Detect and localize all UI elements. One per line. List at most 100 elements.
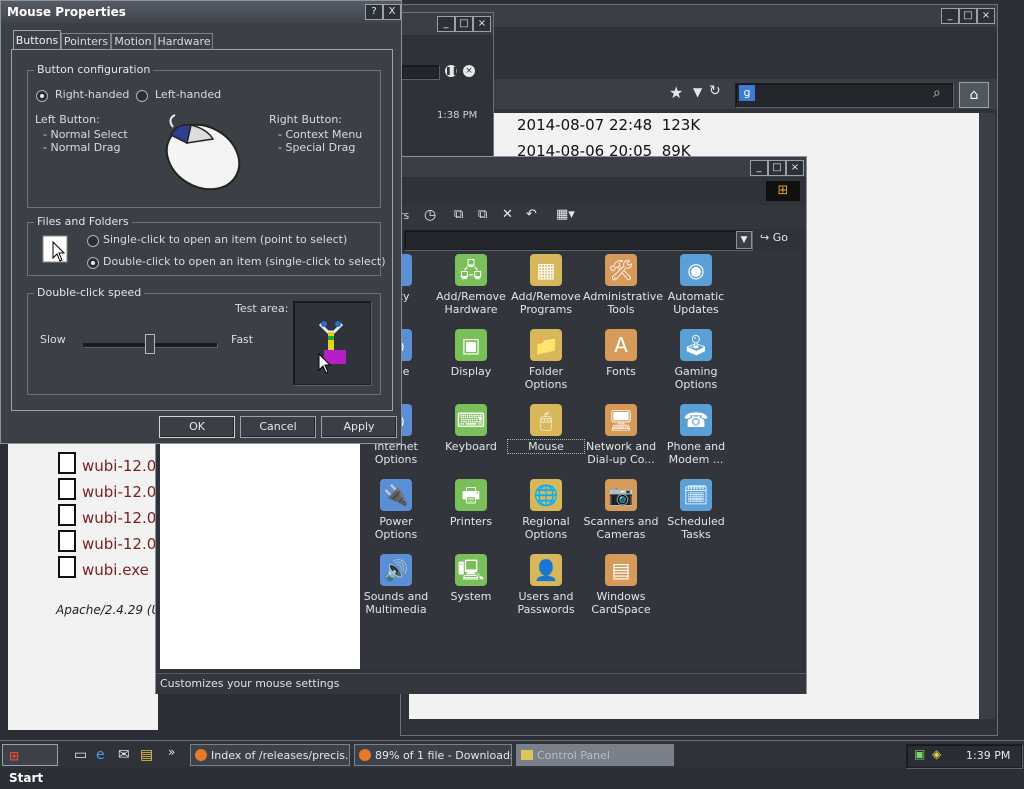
cp-item-label: System — [450, 590, 492, 603]
undo-icon[interactable]: ↶ — [526, 207, 537, 222]
browser-scrollbar[interactable] — [979, 113, 995, 719]
show-desktop-icon[interactable]: ▭ — [74, 747, 87, 763]
single-click-label[interactable]: Single-click to open an item (point to s… — [103, 233, 347, 246]
click-folder-icon — [42, 235, 68, 263]
outlook-icon[interactable]: ✉ — [118, 747, 130, 763]
browser-minimize-button[interactable]: _ — [941, 8, 959, 24]
cp-item-network[interactable]: 🖥 Network and Dial-up Co... — [583, 404, 659, 466]
help-button[interactable]: ? — [365, 4, 383, 20]
cp-item-label: Users and Passwords — [517, 590, 575, 616]
downloads-maximize-button[interactable]: □ — [455, 16, 473, 32]
double-click-speed-label: Double-click speed — [34, 286, 145, 299]
cp-item-computer[interactable]: 🖳 System — [433, 554, 509, 603]
double-click-label[interactable]: Double-click to open an item (single-cli… — [103, 255, 385, 268]
tab-pointers[interactable]: Pointers — [61, 33, 111, 50]
cp-item-cardspace[interactable]: ▤ Windows CardSpace — [583, 554, 659, 616]
left-handed-radio[interactable] — [136, 90, 148, 102]
task-browser[interactable]: Index of /releases/precis... — [190, 744, 350, 766]
downloads-close-button[interactable]: × — [473, 16, 491, 32]
cp-item-label: Printers — [449, 515, 493, 528]
cp-close-button[interactable]: × — [786, 160, 804, 176]
folder-options-icon: 📁 — [530, 329, 562, 361]
go-button[interactable]: ↪ Go — [760, 231, 788, 244]
cp-item-scanner[interactable]: 📷 Scanners and Cameras — [583, 479, 659, 541]
copy-to-icon[interactable]: ⧉ — [478, 207, 487, 222]
cp-item-label: Network and Dial-up Co... — [585, 440, 657, 466]
tab-motion[interactable]: Motion — [111, 33, 155, 50]
file-icon — [58, 478, 76, 500]
browser-close-button[interactable]: × — [977, 8, 995, 24]
network-icon: 🖥 — [605, 404, 637, 436]
address-dropdown-icon[interactable]: ▼ — [736, 231, 752, 249]
file-link[interactable]: wubi-12.04 — [58, 504, 166, 527]
dropdown-arrow-icon[interactable]: ▼ — [693, 85, 702, 99]
delete-icon[interactable]: ✕ — [502, 207, 513, 222]
cancel-download-icon[interactable]: × — [463, 65, 475, 77]
search-box[interactable] — [735, 83, 953, 107]
bookmark-star-icon[interactable]: ★ — [669, 83, 683, 102]
tab-hardware[interactable]: Hardware — [155, 33, 213, 50]
cp-item-joystick[interactable]: 🕹 Gaming Options — [658, 329, 734, 391]
downloads-minimize-button[interactable]: _ — [437, 16, 455, 32]
close-button[interactable]: X — [383, 4, 401, 20]
home-button[interactable]: ⌂ — [959, 82, 989, 108]
file-link[interactable]: wubi-12.04 — [58, 530, 166, 553]
pause-icon[interactable]: ❚❚ — [445, 65, 458, 77]
right-handed-radio[interactable] — [36, 90, 48, 102]
start-button[interactable]: ⊞ Start — [2, 744, 58, 785]
views-icon[interactable]: ▦▾ — [556, 207, 575, 222]
test-area[interactable] — [293, 301, 371, 385]
cancel-button[interactable]: Cancel — [240, 416, 316, 438]
left-handed-label[interactable]: Left-handed — [155, 88, 221, 101]
cp-item-regional-globe[interactable]: 🌐 Regional Options — [508, 479, 584, 541]
cp-item-display[interactable]: ▣ Display — [433, 329, 509, 378]
cp-item-label: Mouse — [507, 439, 585, 454]
cp-item-updates[interactable]: ◉ Automatic Updates — [658, 254, 734, 316]
tray-network-icon[interactable]: ▣ — [914, 747, 925, 761]
cp-item-power[interactable]: 🔌 Power Options — [358, 479, 434, 541]
reload-icon[interactable]: ↻ — [709, 83, 721, 99]
download-time: 1:38 PM — [437, 110, 478, 121]
ok-button[interactable]: OK — [159, 416, 235, 438]
cp-item-scheduled-tasks[interactable]: 🗓 Scheduled Tasks — [658, 479, 734, 541]
tab-buttons[interactable]: Buttons — [13, 30, 61, 50]
cp-item-folder-options[interactable]: 📁 Folder Options — [508, 329, 584, 391]
tray-volume-icon[interactable]: ◈ — [932, 747, 941, 761]
cp-item-fonts[interactable]: A Fonts — [583, 329, 659, 378]
cp-item-hardware[interactable]: 🖧 Add/Remove Hardware — [433, 254, 509, 316]
cp-item-speaker[interactable]: 🔊 Sounds and Multimedia — [358, 554, 434, 616]
address-field[interactable] — [404, 230, 752, 250]
file-link[interactable]: wubi-12.04 — [58, 478, 166, 501]
speed-slider-thumb[interactable] — [145, 334, 155, 354]
jack-in-box-icon — [318, 321, 346, 364]
windows-flag-icon: ⊞ — [9, 749, 20, 763]
file-link[interactable]: wubi-12.04 — [58, 452, 166, 475]
left-button-heading: Left Button: — [35, 113, 100, 126]
search-engine-icon[interactable]: g — [739, 85, 755, 101]
cp-item-label: Power Options — [374, 515, 418, 541]
cp-item-label: Regional Options — [522, 515, 570, 541]
explorer-icon[interactable]: ▤ — [140, 747, 153, 763]
task-control-panel[interactable]: Control Panel — [516, 744, 674, 766]
cp-item-users[interactable]: 👤 Users and Passwords — [508, 554, 584, 616]
double-click-radio[interactable] — [87, 257, 99, 269]
task-downloads[interactable]: 89% of 1 file - Downloads — [354, 744, 512, 766]
cp-item-printer[interactable]: 🖶 Printers — [433, 479, 509, 528]
ie-icon[interactable]: e — [96, 747, 105, 763]
cp-item-keyboard[interactable]: ⌨ Keyboard — [433, 404, 509, 453]
quicklaunch-overflow-icon[interactable]: » — [168, 745, 175, 759]
file-link[interactable]: wubi.exe — [58, 556, 149, 579]
move-to-icon[interactable]: ⧉ — [454, 207, 463, 222]
single-click-radio[interactable] — [87, 235, 99, 247]
history-icon[interactable]: ◷ — [424, 207, 436, 223]
cp-item-programs[interactable]: ▦ Add/Remove Programs — [508, 254, 584, 316]
right-handed-label[interactable]: Right-handed — [55, 88, 129, 101]
search-magnifier-icon[interactable]: ⌕ — [933, 85, 941, 101]
cp-item-admin-tools[interactable]: 🛠 Administrative Tools — [583, 254, 663, 316]
cp-minimize-button[interactable]: _ — [750, 160, 768, 176]
cp-maximize-button[interactable]: □ — [768, 160, 786, 176]
browser-maximize-button[interactable]: □ — [959, 8, 977, 24]
cp-item-phone[interactable]: ☎ Phone and Modem ... — [658, 404, 734, 466]
apply-button[interactable]: Apply — [321, 416, 397, 438]
cp-item-mouse[interactable]: 🖱 Mouse — [507, 404, 585, 454]
